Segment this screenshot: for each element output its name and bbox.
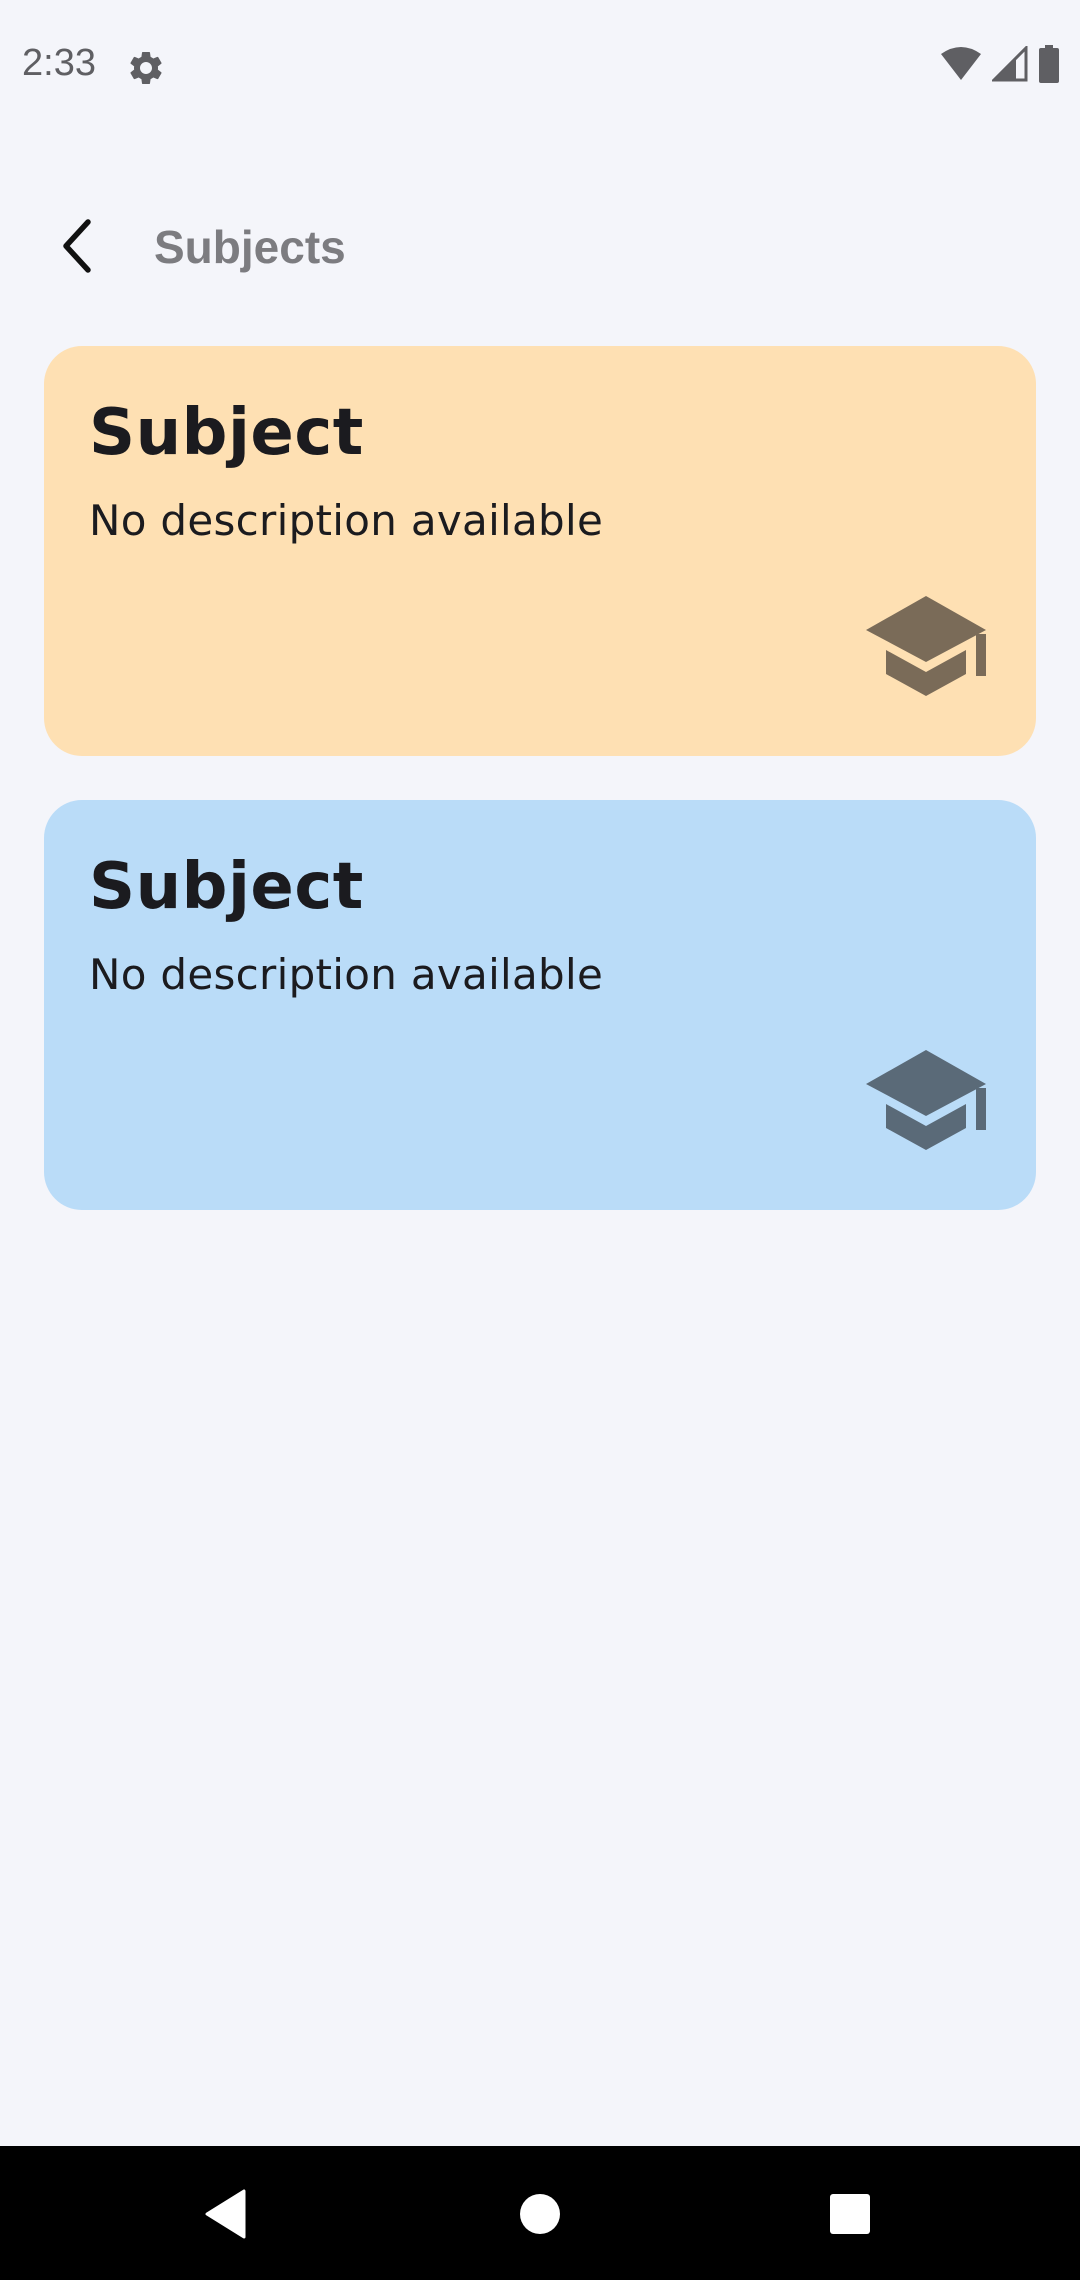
subject-card[interactable]: Subject No description available xyxy=(44,346,1036,756)
nav-back-icon xyxy=(204,2189,248,2244)
graduation-cap-icon xyxy=(864,594,988,698)
nav-recents-icon xyxy=(829,2193,871,2240)
nav-recents-button[interactable] xyxy=(810,2176,890,2256)
nav-back-button[interactable] xyxy=(186,2176,266,2256)
back-button[interactable] xyxy=(44,214,112,282)
status-icons xyxy=(940,43,1060,88)
signal-icon xyxy=(990,43,1028,87)
status-bar: 2:33 xyxy=(0,0,1080,136)
battery-icon xyxy=(1038,44,1060,88)
status-time: 2:33 xyxy=(22,42,96,84)
settings-icon xyxy=(126,48,166,88)
app-bar: Subjects xyxy=(0,180,1080,316)
system-nav-bar xyxy=(0,2146,1080,2280)
subject-title: Subject xyxy=(89,396,364,470)
subject-description: No description available xyxy=(89,950,604,999)
wifi-icon xyxy=(940,46,982,87)
nav-home-icon xyxy=(519,2193,561,2240)
arrow-back-icon xyxy=(54,216,102,281)
subject-card[interactable]: Subject No description available xyxy=(44,800,1036,1210)
nav-home-button[interactable] xyxy=(500,2176,580,2256)
subject-title: Subject xyxy=(89,850,364,924)
graduation-cap-icon xyxy=(864,1048,988,1152)
subject-description: No description available xyxy=(89,496,604,545)
page-title: Subjects xyxy=(154,221,346,273)
